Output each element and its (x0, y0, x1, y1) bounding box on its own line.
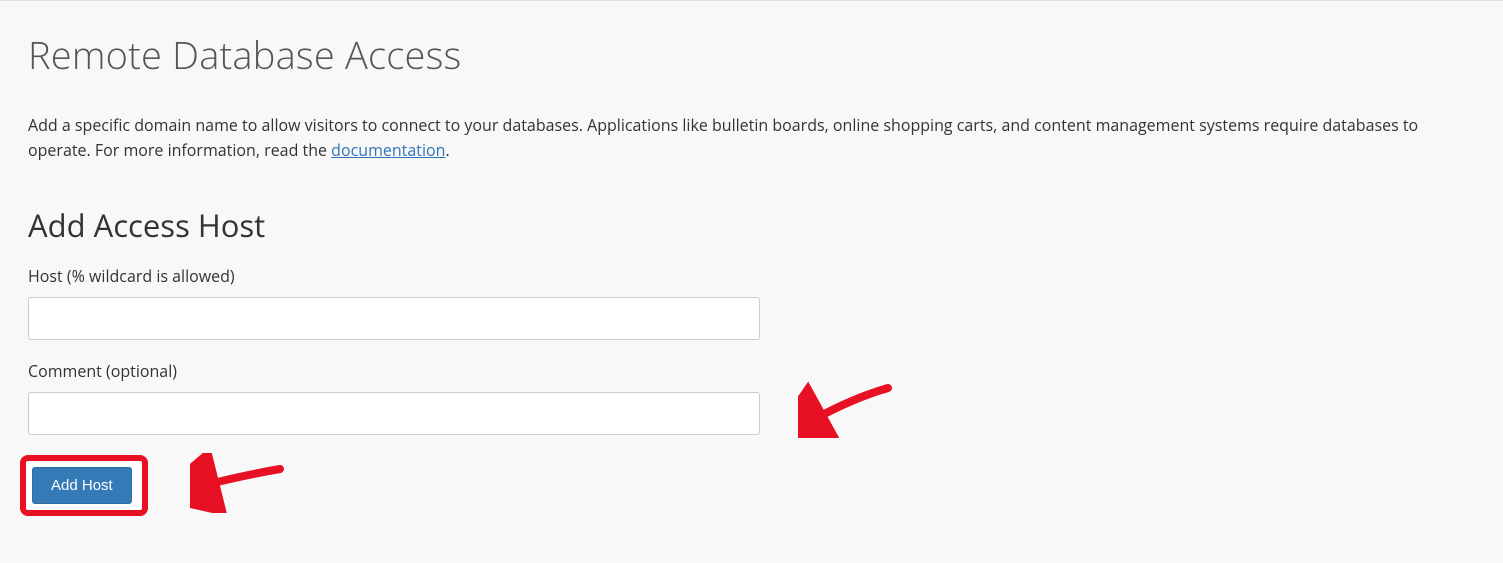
annotation-arrow-icon (798, 378, 898, 438)
documentation-link[interactable]: documentation (331, 139, 445, 161)
section-heading: Add Access Host (28, 205, 1475, 247)
host-label: Host (% wildcard is allowed) (28, 265, 1475, 287)
annotation-highlight-box: Add Host (20, 455, 148, 516)
page-description: Add a specific domain name to allow visi… (28, 113, 1475, 163)
description-text-2: . (445, 139, 449, 161)
page-title: Remote Database Access (28, 29, 1475, 81)
add-host-button[interactable]: Add Host (32, 467, 132, 504)
description-text-1: Add a specific domain name to allow visi… (28, 114, 1418, 161)
host-input[interactable] (28, 297, 760, 340)
comment-input[interactable] (28, 392, 760, 435)
comment-label: Comment (optional) (28, 360, 1475, 382)
annotation-arrow-icon (190, 453, 290, 513)
